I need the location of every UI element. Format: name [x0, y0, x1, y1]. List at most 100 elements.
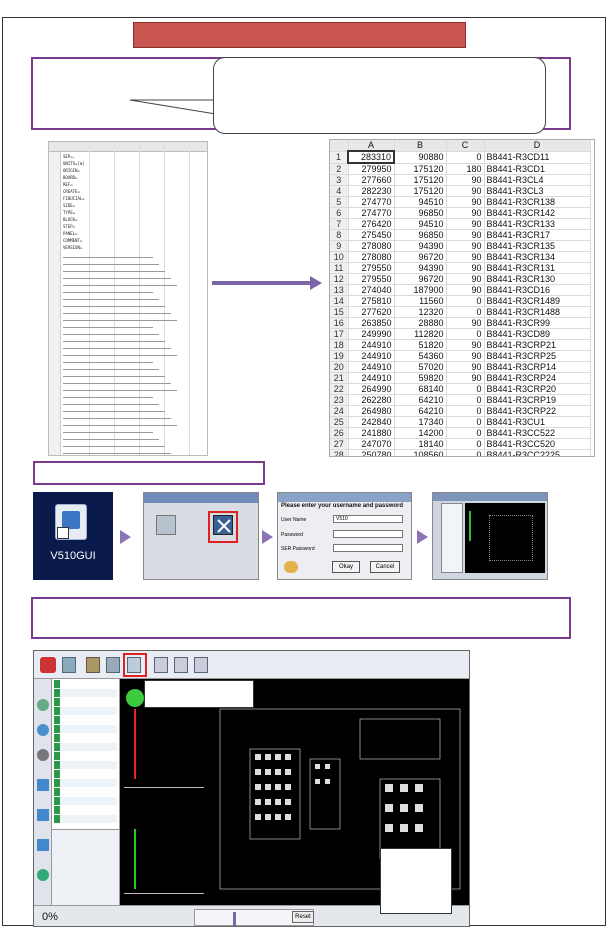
password-field[interactable]: [333, 530, 403, 538]
excel-cell[interactable]: 90: [446, 174, 485, 186]
excel-row[interactable]: 9 278080 94390 90 B8441-R3CR135: [330, 240, 591, 252]
excel-cell[interactable]: B8441-R3CR131: [484, 262, 591, 274]
excel-cell[interactable]: 244910: [348, 339, 395, 351]
excel-cell[interactable]: 0: [446, 328, 485, 340]
component-list-row[interactable]: [54, 716, 117, 724]
username-field[interactable]: V510: [333, 515, 403, 523]
excel-row[interactable]: 3 277660 175120 90 B8441-R3CL4: [330, 174, 591, 186]
excel-cell[interactable]: 11560: [394, 295, 447, 307]
excel-cell[interactable]: 242840: [348, 416, 395, 428]
excel-cell[interactable]: B8441-R3CC522: [484, 427, 591, 439]
excel-cell[interactable]: 90: [446, 196, 485, 208]
excel-cell[interactable]: 0: [446, 427, 485, 439]
excel-cell[interactable]: 17340: [394, 416, 447, 428]
excel-cell[interactable]: B8441-R3CRP24: [484, 372, 591, 384]
excel-cell[interactable]: 0: [446, 394, 485, 406]
okay-button[interactable]: Okay: [332, 561, 360, 573]
excel-cell[interactable]: 90: [446, 273, 485, 285]
excel-cell[interactable]: 244910: [348, 372, 395, 384]
excel-cell[interactable]: 108560: [394, 449, 447, 456]
excel-cell[interactable]: 279950: [348, 163, 395, 175]
toolbar-button-7[interactable]: [194, 657, 208, 673]
col-header-b[interactable]: B: [394, 140, 447, 152]
excel-cell[interactable]: 90: [446, 218, 485, 230]
excel-cell[interactable]: 18140: [394, 438, 447, 450]
excel-cell[interactable]: 96850: [394, 207, 447, 219]
component-list-row[interactable]: [54, 707, 117, 715]
excel-cell[interactable]: 64210: [394, 394, 447, 406]
excel-cell[interactable]: B8441-R3CL3: [484, 185, 591, 197]
excel-cell[interactable]: B8441-R3CR138: [484, 196, 591, 208]
excel-cell[interactable]: 274040: [348, 284, 395, 296]
excel-cell[interactable]: 0: [446, 438, 485, 450]
excel-cell[interactable]: 278080: [348, 240, 395, 252]
excel-row[interactable]: 18 244910 51820 90 B8441-R3CRP21: [330, 339, 591, 351]
excel-cell[interactable]: 90: [446, 339, 485, 351]
excel-cell[interactable]: 241880: [348, 427, 395, 439]
component-list-row[interactable]: [54, 689, 117, 697]
excel-cell[interactable]: 59820: [394, 372, 447, 384]
excel-cell[interactable]: 54360: [394, 350, 447, 362]
excel-row[interactable]: 6 274770 96850 90 B8441-R3CR142: [330, 207, 591, 219]
excel-row[interactable]: 24 264980 64210 0 B8441-R3CRP22: [330, 405, 591, 417]
excel-cell[interactable]: B8441-R3CRP19: [484, 394, 591, 406]
component-list-row[interactable]: [54, 725, 117, 733]
excel-row[interactable]: 23 262280 64210 0 B8441-R3CRP19: [330, 394, 591, 406]
excel-cell[interactable]: 175120: [394, 185, 447, 197]
excel-cell[interactable]: 276420: [348, 218, 395, 230]
reset-button[interactable]: Reset: [292, 911, 314, 923]
excel-cell[interactable]: 274770: [348, 207, 395, 219]
excel-cell[interactable]: 51820: [394, 339, 447, 351]
excel-cell[interactable]: B8441-R3CRP21: [484, 339, 591, 351]
ser-password-field[interactable]: [333, 544, 403, 552]
excel-row[interactable]: 22 264990 68140 0 B8441-R3CRP20: [330, 383, 591, 395]
excel-cell[interactable]: B8441-R3CRP14: [484, 361, 591, 373]
excel-cell[interactable]: 278080: [348, 251, 395, 263]
excel-cell[interactable]: 274770: [348, 196, 395, 208]
component-list-row[interactable]: [54, 743, 117, 751]
component-list-row[interactable]: [54, 797, 117, 805]
excel-cell[interactable]: 90: [446, 361, 485, 373]
excel-cell[interactable]: 264980: [348, 405, 395, 417]
excel-cell[interactable]: 90: [446, 251, 485, 263]
excel-cell[interactable]: 0: [446, 383, 485, 395]
excel-cell[interactable]: 96850: [394, 229, 447, 241]
excel-row[interactable]: 2 279950 175120 180 B8441-R3CD1: [330, 163, 591, 175]
component-list[interactable]: [52, 679, 120, 829]
excel-cell[interactable]: 264990: [348, 383, 395, 395]
excel-row[interactable]: 28 250780 108560 0 B8441-R3CC2225: [330, 449, 591, 456]
excel-cell[interactable]: 90: [446, 240, 485, 252]
excel-cell[interactable]: 262280: [348, 394, 395, 406]
excel-cell[interactable]: 275810: [348, 295, 395, 307]
excel-cell[interactable]: B8441-R3CD16: [484, 284, 591, 296]
excel-cell[interactable]: 90: [446, 262, 485, 274]
excel-cell[interactable]: 94390: [394, 240, 447, 252]
excel-cell[interactable]: 0: [446, 416, 485, 428]
excel-row[interactable]: 5 274770 94510 90 B8441-R3CR138: [330, 196, 591, 208]
excel-row[interactable]: 4 282230 175120 90 B8441-R3CL3: [330, 185, 591, 197]
excel-cell[interactable]: 90: [446, 207, 485, 219]
excel-cell[interactable]: 0: [446, 151, 485, 164]
excel-cell[interactable]: B8441-R3CRP25: [484, 350, 591, 362]
excel-cell[interactable]: 90: [446, 284, 485, 296]
excel-cell[interactable]: 275450: [348, 229, 395, 241]
excel-cell[interactable]: 90: [446, 350, 485, 362]
component-list-row[interactable]: [54, 788, 117, 796]
excel-cell[interactable]: 90: [446, 229, 485, 241]
excel-cell[interactable]: B8441-R3CRP20: [484, 383, 591, 395]
excel-cell[interactable]: B8441-R3CR1489: [484, 295, 591, 307]
excel-cell[interactable]: 277660: [348, 174, 395, 186]
col-header-a[interactable]: A: [348, 140, 395, 152]
excel-cell[interactable]: 94390: [394, 262, 447, 274]
excel-cell[interactable]: 90: [446, 185, 485, 197]
excel-cell[interactable]: 249990: [348, 328, 395, 340]
excel-cell[interactable]: B8441-R3CC520: [484, 438, 591, 450]
toolbar-button-highlighted[interactable]: [127, 657, 141, 673]
excel-cell[interactable]: 90: [446, 372, 485, 384]
excel-cell[interactable]: B8441-R3CR17: [484, 229, 591, 241]
excel-cell[interactable]: 187900: [394, 284, 447, 296]
excel-cell[interactable]: 244910: [348, 361, 395, 373]
excel-cell[interactable]: B8441-R3CRP22: [484, 405, 591, 417]
excel-cell[interactable]: 112820: [394, 328, 447, 340]
excel-cell[interactable]: B8441-R3CD89: [484, 328, 591, 340]
